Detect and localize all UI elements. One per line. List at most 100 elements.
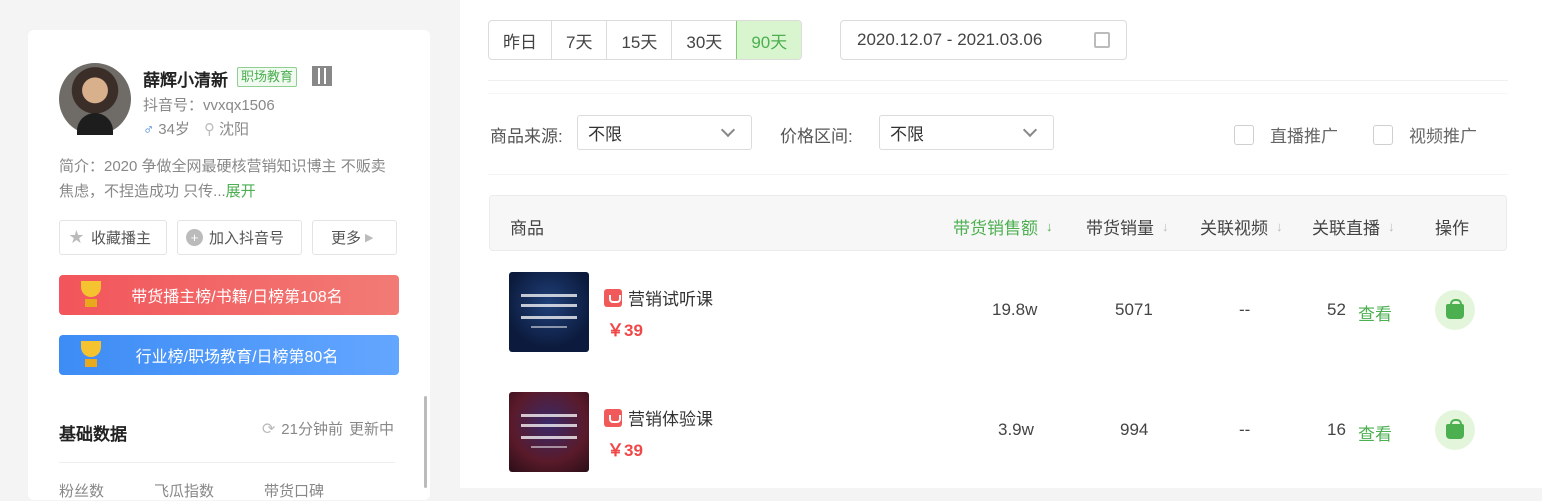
table-header: 商品 带货销售额 ↓ 带货销量 ↓ 关联视频 ↓ 关联直播 ↓ 操作 [489,195,1507,251]
favorite-button[interactable]: ★ 收藏播主 [59,220,167,255]
stat-fans: 粉丝数 [59,483,105,500]
intro-text: 简介：2020 争做全网最硬核营销知识博主 不贩卖焦虑，不捏造成功 只传... [59,158,386,200]
favorite-label: 收藏播主 [91,230,152,247]
update-time: 21分钟前 [281,421,343,438]
more-button[interactable]: 更多 ▶ [312,220,397,255]
related-videos: -- [1239,420,1251,439]
col-sales-volume[interactable]: 带货销量 ↓ [1086,214,1169,239]
col-sales-amount[interactable]: 带货销售额 ↓ [953,214,1053,239]
stat-reputation: 带货口碑 [264,483,325,500]
sales-rank-text: 带货播主榜/书籍/日榜第108名 [131,289,343,306]
source-label: 商品来源: [490,127,563,146]
sales-amount: 3.9w [998,420,1034,439]
male-icon: ♂ [143,121,155,138]
date-range-value: 2020.12.07 - 2021.03.06 [857,30,1043,49]
industry-rank-text: 行业榜/职场教育/日榜第80名 [135,349,339,366]
product-thumbnail[interactable] [509,272,589,352]
col-related-live-label: 关联直播 [1312,219,1380,238]
scrollbar[interactable] [424,396,427,488]
table-row: 营销体验课 ￥39 3.9w 994 -- 16 查看 [489,380,1507,480]
col-related-live[interactable]: 关联直播 ↓ [1312,214,1395,239]
expand-link[interactable]: 展开 [226,183,256,200]
trophy-icon [75,279,107,311]
shopping-bag-icon [604,408,622,427]
sort-icon: ↓ [1162,219,1169,234]
add-douyin-label: 加入抖音号 [209,230,285,247]
source-value: 不限 [588,125,622,144]
col-product: 商品 [510,219,544,238]
price-value: 不限 [890,125,924,144]
douyin-id: 抖音号：vvxqx1506 [143,97,275,114]
product-thumbnail[interactable] [509,392,589,472]
price-label: 价格区间: [780,127,853,146]
divider [488,93,1508,94]
city: 沈阳 [218,121,249,138]
price-select[interactable]: 不限 [879,115,1054,150]
divider [488,80,1508,81]
chevron-down-icon [1022,122,1038,138]
sales-volume: 5071 [1115,300,1153,319]
qr-code-icon[interactable] [312,66,332,86]
checkbox-box[interactable] [1234,124,1254,145]
range-15d[interactable]: 15天 [607,21,673,59]
sales-rank-banner[interactable]: 带货播主榜/书籍/日榜第108名 [59,275,399,315]
range-30d[interactable]: 30天 [672,21,738,59]
shopping-bag-action-icon[interactable] [1435,290,1475,330]
base-stats: 粉丝数 飞瓜指数 带货口碑 [59,480,324,501]
chevron-right-icon: ▶ [365,232,374,244]
date-range-picker[interactable]: 2020.12.07 - 2021.03.06 [840,20,1127,60]
stat-index: 飞瓜指数 [154,483,215,500]
add-douyin-button[interactable]: + 加入抖音号 [177,220,302,255]
related-videos: -- [1239,300,1251,319]
chevron-down-icon [720,122,736,138]
refresh-icon[interactable]: ⟳ [262,419,275,439]
profile-actions: ★ 收藏播主 + 加入抖音号 更多 ▶ [59,220,397,255]
more-label: 更多 [331,230,362,247]
profile-meta: ♂ 34岁 ⚲ 沈阳 [143,118,249,139]
sort-desc-icon: ↓ [1046,219,1053,234]
category-tag: 职场教育 [237,67,298,87]
base-data-title: 基础数据 [59,425,127,444]
table-row: 营销试听课 ￥39 19.8w 5071 -- 52 查看 [489,260,1507,360]
shopping-bag-action-icon[interactable] [1435,410,1475,450]
view-link[interactable]: 查看 [1358,300,1392,325]
range-90d[interactable]: 90天 [736,21,802,59]
divider [59,462,395,463]
avatar[interactable] [59,63,131,135]
sales-volume: 994 [1120,420,1149,439]
live-promo-checkbox[interactable]: 直播推广 [1234,122,1338,147]
product-name[interactable]: 营销试听课 [604,285,713,310]
calendar-icon [1094,32,1110,48]
range-7d[interactable]: 7天 [552,21,608,59]
col-sales-volume-label: 带货销量 [1086,219,1154,238]
col-action: 操作 [1435,219,1469,238]
source-select[interactable]: 不限 [577,115,752,150]
divider [488,174,1508,175]
profile-intro: 简介：2020 争做全网最硬核营销知识博主 不贩卖焦虑，不捏造成功 只传...展… [59,154,399,204]
sort-icon: ↓ [1276,219,1283,234]
col-sales-amount-label: 带货销售额 [953,219,1038,238]
product-price: ￥39 [607,441,643,460]
sort-icon: ↓ [1388,219,1395,234]
plus-icon: + [186,229,203,246]
col-related-videos[interactable]: 关联视频 ↓ [1200,214,1283,239]
shopping-bag-icon [604,288,622,307]
range-selector: 昨日 7天 15天 30天 90天 [488,20,803,60]
industry-rank-banner[interactable]: 行业榜/职场教育/日榜第80名 [59,335,399,375]
product-name[interactable]: 营销体验课 [604,405,713,430]
view-link[interactable]: 查看 [1358,420,1392,445]
update-info: ⟳ 21分钟前 更新中 [262,418,394,439]
video-promo-checkbox[interactable]: 视频推广 [1373,122,1477,147]
location-pin-icon: ⚲ [203,121,215,138]
range-yesterday[interactable]: 昨日 [489,21,552,59]
video-promo-label: 视频推广 [1409,127,1477,146]
checkbox-box[interactable] [1373,124,1393,145]
star-icon: ★ [68,227,85,247]
related-live: 16 [1327,420,1346,439]
product-name-text: 营销体验课 [628,410,713,429]
product-panel: 昨日 7天 15天 30天 90天 2020.12.07 - 2021.03.0… [460,0,1542,488]
related-live: 52 [1327,300,1346,319]
sales-amount: 19.8w [992,300,1038,319]
age: 34岁 [158,121,190,138]
streamer-profile-card: 薛辉小清新 职场教育 抖音号：vvxqx1506 ♂ 34岁 ⚲ 沈阳 简介：2020… [28,30,430,500]
